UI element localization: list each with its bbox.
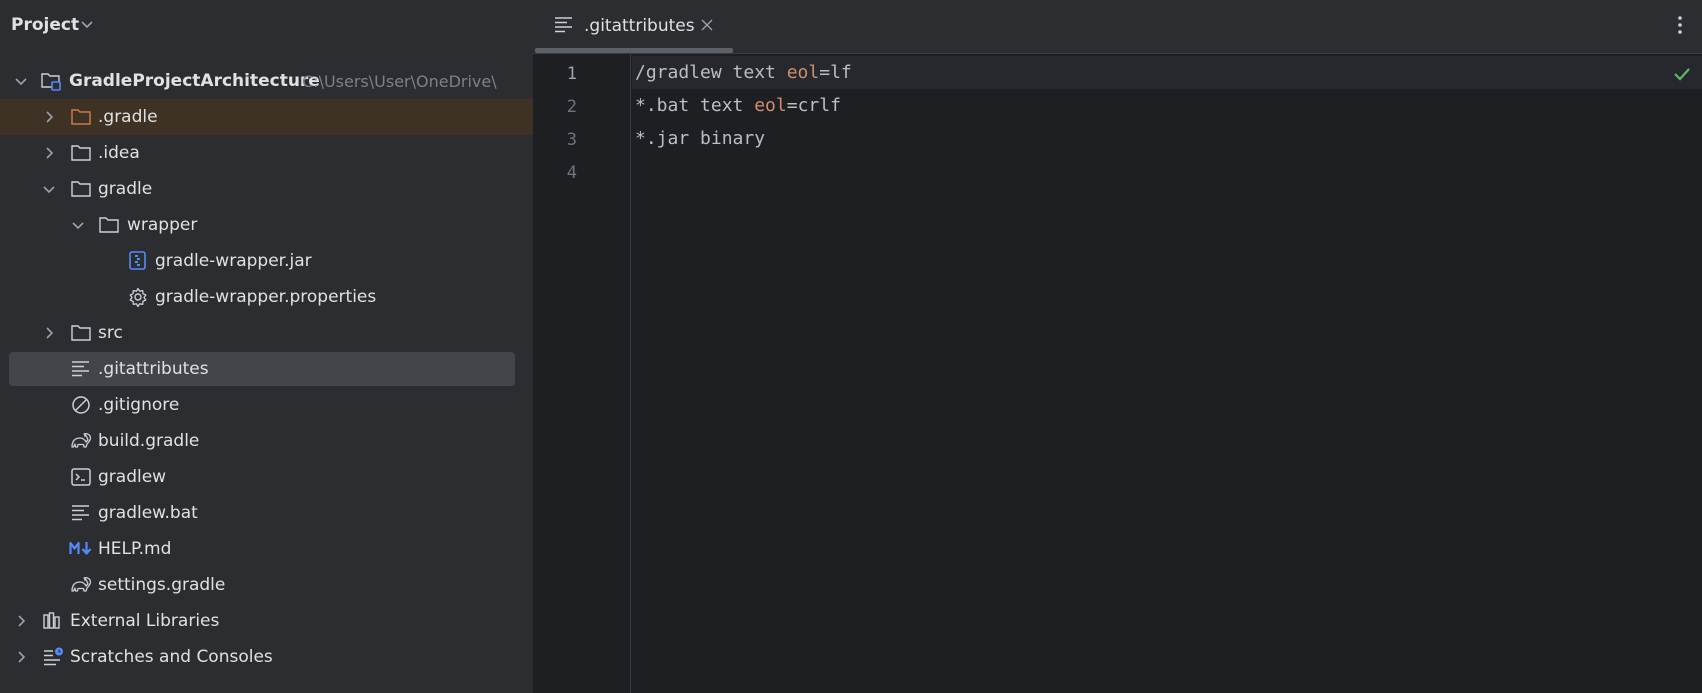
code-text: /gradlew text [635, 62, 787, 83]
tree-item-gitattributes[interactable]: .gitattributes [0, 351, 533, 387]
tree-item-label: HELP.md [98, 539, 172, 559]
tree-item-src[interactable]: src [0, 315, 533, 351]
code-text: *.jar binary [635, 128, 766, 149]
line-number: 3 [566, 130, 577, 150]
tree-item-path: C:\Users\User\OneDrive\ [302, 72, 497, 91]
tree-item-gradle-wrapper-jar[interactable]: gradle-wrapper.jar [0, 243, 533, 279]
line-number: 2 [566, 97, 577, 117]
library-icon [43, 612, 60, 629]
tree-item-label: gradle [98, 179, 153, 199]
line-number: 4 [566, 163, 577, 183]
code-line[interactable]: *.bat text eol=crlf [635, 95, 841, 116]
editor-tab-gitattributes[interactable]: .gitattributes [533, 0, 733, 54]
tree-item-idea[interactable]: .idea [0, 135, 533, 171]
folder-icon [99, 217, 119, 233]
project-module-icon [41, 73, 61, 91]
project-panel-header: Project [0, 0, 533, 52]
tree-item-wrapper[interactable]: wrapper [0, 207, 533, 243]
tree-item-label: gradle-wrapper.jar [155, 251, 312, 271]
tree-item-settings-gradle[interactable]: settings.gradle [0, 567, 533, 603]
code-line[interactable]: *.jar binary [635, 128, 765, 149]
active-tab-indicator [535, 48, 733, 53]
text-file-icon [72, 361, 89, 377]
code-keyword: eol [786, 62, 820, 83]
code-keyword: eol [754, 95, 787, 116]
chevron-down-icon[interactable] [80, 17, 94, 31]
tree-item-gradlew[interactable]: gradlew [0, 459, 533, 495]
editor-area: .gitattributes 1 2 3 4 /gradlew text eol… [533, 0, 1702, 693]
tree-item-label: gradlew [98, 467, 167, 487]
code-text: =lf [819, 62, 852, 83]
chevron-right-icon[interactable] [42, 146, 56, 160]
editor-tab-bar: .gitattributes [533, 0, 1702, 54]
tree-item-label: settings.gradle [98, 575, 226, 595]
chevron-down-icon[interactable] [14, 74, 28, 88]
code-line[interactable]: /gradlew text eol=lf [635, 62, 852, 83]
tree-item-label: GradleProjectArchitecture [69, 71, 320, 91]
ignored-file-icon [72, 396, 90, 414]
tree-item-label: gradle-wrapper.properties [155, 287, 377, 307]
tree-item-label: wrapper [127, 215, 198, 235]
tree-item-label: build.gradle [98, 431, 200, 451]
tree-item-label: .idea [98, 143, 140, 163]
editor-tab-label: .gitattributes [584, 16, 695, 36]
markdown-icon [69, 541, 92, 556]
tree-item-gitignore[interactable]: .gitignore [0, 387, 533, 423]
tree-item-scratches-and-consoles[interactable]: Scratches and Consoles [0, 639, 533, 675]
project-tool-window: Project GradleProjectArchitecture C:\Use… [0, 0, 533, 693]
tree-item-label: gradlew.bat [98, 503, 198, 523]
line-number-gutter[interactable]: 1 2 3 4 [533, 54, 631, 693]
gradle-elephant-icon [71, 432, 92, 448]
gradle-elephant-icon [71, 576, 92, 592]
tree-item-gradle[interactable]: gradle [0, 171, 533, 207]
chevron-right-icon[interactable] [14, 614, 28, 628]
tree-item-gradle-wrapper-properties[interactable]: gradle-wrapper.properties [0, 279, 533, 315]
tree-item-label: src [98, 323, 123, 343]
chevron-right-icon[interactable] [14, 650, 28, 664]
chevron-right-icon[interactable] [42, 110, 56, 124]
chevron-right-icon[interactable] [42, 326, 56, 340]
checkmark-icon[interactable] [1671, 64, 1693, 84]
terminal-icon [71, 468, 91, 486]
line-number: 1 [566, 64, 577, 84]
folder-icon [71, 181, 91, 197]
project-panel-title[interactable]: Project [11, 15, 79, 35]
chevron-down-icon[interactable] [42, 182, 56, 196]
archive-icon [129, 251, 146, 270]
tree-item-root-project[interactable]: GradleProjectArchitecture C:\Users\User\… [0, 63, 533, 99]
text-file-icon [72, 505, 89, 521]
gear-icon [129, 287, 147, 307]
chevron-down-icon[interactable] [71, 218, 85, 232]
tree-item-label: .gitattributes [98, 359, 209, 379]
folder-excluded-icon [71, 109, 91, 125]
folder-icon [71, 325, 91, 341]
tree-item-help-md[interactable]: HELP.md [0, 531, 533, 567]
code-text: *.bat text [635, 95, 755, 116]
close-icon[interactable] [700, 18, 714, 32]
text-file-icon [555, 17, 572, 33]
tree-item-label: .gitignore [98, 395, 180, 415]
more-vertical-icon[interactable] [1672, 14, 1688, 36]
tree-item-label: .gradle [98, 107, 158, 127]
scratch-file-icon [44, 647, 63, 666]
tree-item-label: External Libraries [70, 611, 220, 631]
tree-item-build-gradle[interactable]: build.gradle [0, 423, 533, 459]
code-text: =crlf [786, 95, 841, 116]
tree-item-dot-gradle[interactable]: .gradle [0, 99, 533, 135]
tree-item-external-libraries[interactable]: External Libraries [0, 603, 533, 639]
folder-icon [71, 145, 91, 161]
tree-item-label: Scratches and Consoles [70, 647, 273, 667]
tree-item-gradlew-bat[interactable]: gradlew.bat [0, 495, 533, 531]
